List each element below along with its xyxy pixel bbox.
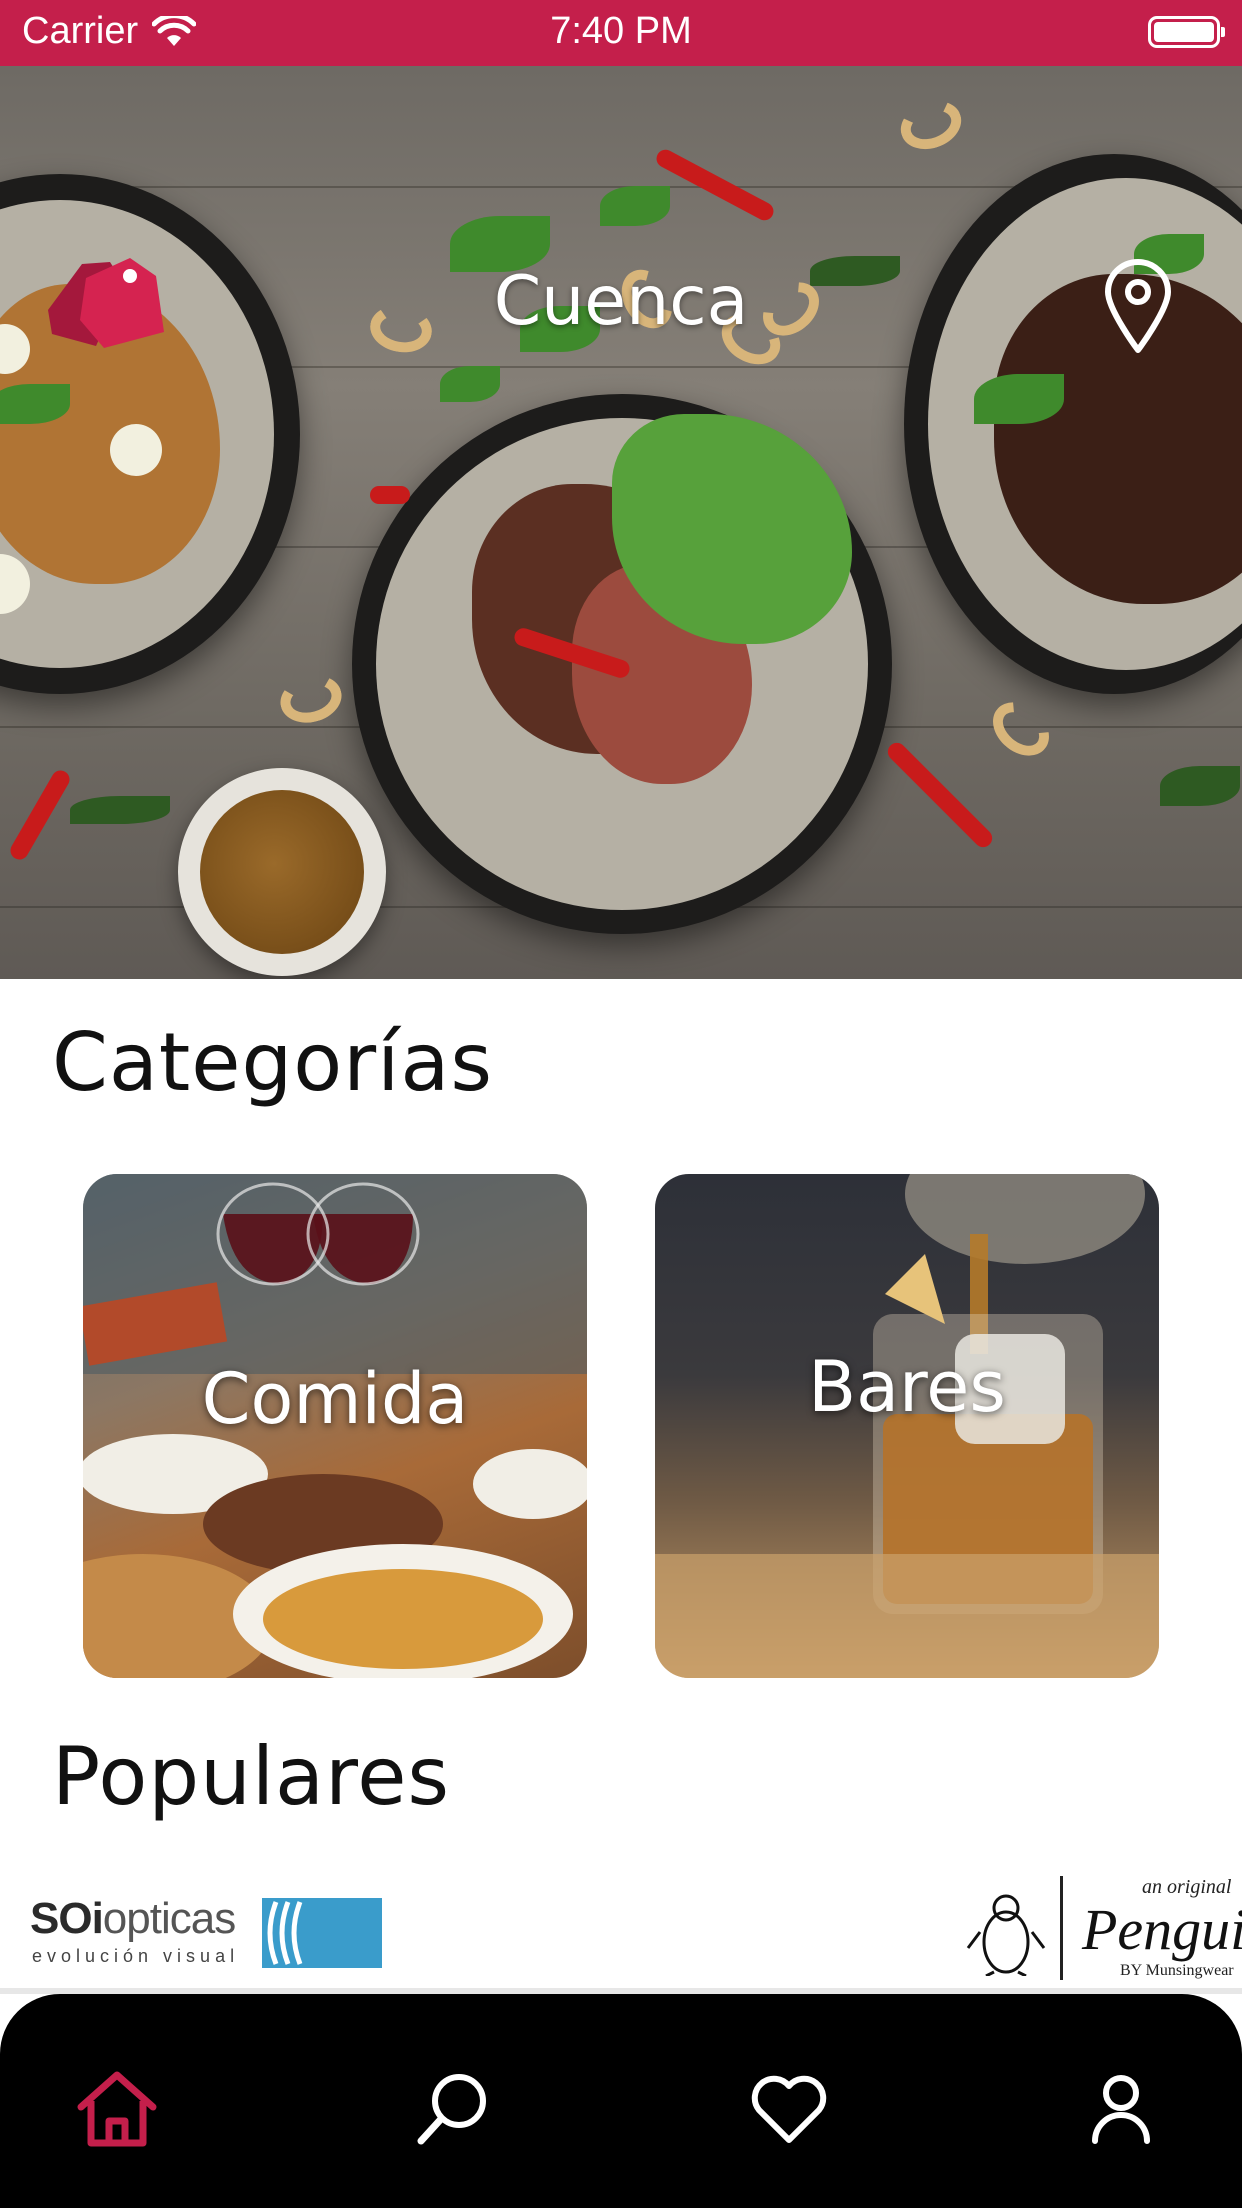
sauce-bowl bbox=[178, 768, 386, 976]
tab-favorites[interactable] bbox=[734, 2054, 844, 2164]
category-card-bares[interactable]: Bares bbox=[655, 1174, 1159, 1678]
status-bar: Carrier 7:40 PM bbox=[0, 0, 1242, 66]
category-label: Comida bbox=[201, 1358, 469, 1440]
brand-logo-text: SOiopticas bbox=[30, 1894, 236, 1943]
search-icon bbox=[417, 2074, 486, 2145]
food-plate bbox=[904, 154, 1242, 694]
tab-home[interactable] bbox=[62, 2054, 172, 2164]
category-card-comida[interactable]: Comida bbox=[83, 1174, 587, 1678]
app-screen: Carrier 7:40 PM Cuenca Categorías Comida… bbox=[0, 0, 1242, 2208]
popular-title: Populares bbox=[52, 1730, 451, 1823]
brand-tagline: evolución visual bbox=[32, 1946, 240, 1966]
tab-search[interactable] bbox=[398, 2054, 508, 2164]
brand-card-soi-opticas[interactable]: SOiopticas evolución visual bbox=[30, 1894, 382, 1970]
popular-brands-carousel[interactable]: SOiopticas evolución visual an original … bbox=[0, 1858, 1242, 1994]
tab-profile[interactable] bbox=[1066, 2054, 1176, 2164]
bottom-tab-bar bbox=[0, 1994, 1242, 2208]
categories-title: Categorías bbox=[52, 1016, 494, 1109]
category-label: Bares bbox=[808, 1346, 1006, 1428]
brand-divider bbox=[1060, 1876, 1063, 1980]
user-icon bbox=[1092, 2075, 1150, 2144]
clock: 7:40 PM bbox=[550, 10, 692, 52]
food-plate bbox=[352, 394, 892, 934]
home-icon bbox=[77, 2071, 157, 2147]
penguin-logo-icon bbox=[966, 1894, 1046, 1976]
brand-logo-mark bbox=[262, 1898, 382, 1968]
heart-icon bbox=[751, 2075, 827, 2143]
brand-maker: BY Munsingwear bbox=[1120, 1962, 1234, 1979]
brand-logo-text: Penguin bbox=[1082, 1897, 1242, 1962]
hero-banner: Cuenca bbox=[0, 66, 1242, 979]
brand-card-penguin[interactable]: an original Penguin BY Munsingwear bbox=[962, 1876, 1242, 1986]
city-title: Cuenca bbox=[493, 262, 749, 341]
battery-icon bbox=[1148, 16, 1225, 48]
location-pin-icon[interactable] bbox=[1102, 258, 1174, 354]
